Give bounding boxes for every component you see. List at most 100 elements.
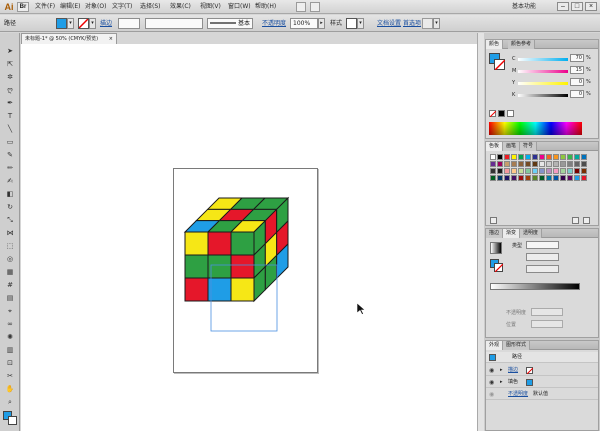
appearance-stroke-swatch[interactable] xyxy=(526,367,534,375)
swatch-library-icon[interactable] xyxy=(490,217,497,224)
swatch-chip[interactable] xyxy=(574,154,580,160)
gradient-type-dropdown[interactable] xyxy=(526,241,559,249)
swatch-chip[interactable] xyxy=(525,154,531,160)
tab-stroke[interactable]: 描边 xyxy=(486,229,504,238)
swatch-chip[interactable] xyxy=(511,168,517,174)
tab-color-guide[interactable]: 颜色参考 xyxy=(508,40,536,49)
gradient-preview[interactable] xyxy=(490,242,502,254)
tab-graphic-styles[interactable]: 图形样式 xyxy=(503,341,531,350)
cube-front-sticker[interactable] xyxy=(184,231,209,256)
swatch-chip[interactable] xyxy=(490,175,496,181)
swatch-chip[interactable] xyxy=(560,154,566,160)
swatch-chip[interactable] xyxy=(525,175,531,181)
new-swatch-icon[interactable] xyxy=(572,217,579,224)
black-slider[interactable] xyxy=(518,94,568,97)
swatch-chip[interactable] xyxy=(511,175,517,181)
cyan-value[interactable]: 70 xyxy=(570,54,584,62)
black-swatch[interactable] xyxy=(498,110,505,117)
expand-triangle-icon[interactable]: ▸ xyxy=(500,377,503,388)
vertical-scrollbar[interactable] xyxy=(477,33,484,431)
appearance-fill-label[interactable]: 填色 xyxy=(508,377,518,388)
appearance-fill-row[interactable]: ◉ ▸ 填色 xyxy=(486,377,598,388)
swatch-chip[interactable] xyxy=(532,175,538,181)
magenta-slider[interactable] xyxy=(518,70,568,73)
tab-transparency[interactable]: 透明度 xyxy=(520,229,543,238)
appearance-opacity-row[interactable]: ◉ 不透明度 默认值 xyxy=(486,389,598,400)
color-spectrum[interactable] xyxy=(489,122,582,135)
swatch-chip[interactable] xyxy=(581,168,587,174)
appearance-stroke-row[interactable]: ◉ ▸ 描边 xyxy=(486,365,598,376)
swatch-chip[interactable] xyxy=(497,168,503,174)
visibility-eye-icon[interactable]: ◉ xyxy=(489,389,497,400)
swatch-chip[interactable] xyxy=(539,154,545,160)
swatch-chip[interactable] xyxy=(518,161,524,167)
yellow-value[interactable]: 0 xyxy=(570,78,584,86)
swatch-chip[interactable] xyxy=(581,161,587,167)
cube-front-sticker[interactable] xyxy=(230,231,255,256)
white-swatch[interactable] xyxy=(507,110,514,117)
swatch-chip[interactable] xyxy=(539,168,545,174)
swatch-chip[interactable] xyxy=(490,154,496,160)
tab-symbols[interactable]: 符号 xyxy=(520,142,538,151)
appearance-stroke-label[interactable]: 描边 xyxy=(508,365,518,376)
appearance-object-row[interactable]: 路径 xyxy=(486,352,598,363)
swatch-chip[interactable] xyxy=(553,168,559,174)
swatch-chip[interactable] xyxy=(553,175,559,181)
swatch-chip[interactable] xyxy=(546,154,552,160)
tab-swatches[interactable]: 色板 xyxy=(486,142,504,151)
swatch-chip[interactable] xyxy=(567,175,573,181)
cube-front-sticker[interactable] xyxy=(230,254,255,279)
swatch-chip[interactable] xyxy=(567,154,573,160)
gradient-stroke-box[interactable] xyxy=(494,263,504,273)
swatch-chip[interactable] xyxy=(532,161,538,167)
swatch-chip[interactable] xyxy=(497,175,503,181)
magenta-value[interactable]: 15 xyxy=(570,66,584,74)
swatch-chip[interactable] xyxy=(497,154,503,160)
cube-front-sticker[interactable] xyxy=(207,277,232,302)
swatch-chip[interactable] xyxy=(581,175,587,181)
swatch-chip[interactable] xyxy=(574,161,580,167)
swatch-chip[interactable] xyxy=(504,168,510,174)
cube-front-sticker[interactable] xyxy=(184,254,209,279)
gradient-angle-field[interactable] xyxy=(526,253,559,261)
swatch-chip[interactable] xyxy=(553,161,559,167)
swatch-chip[interactable] xyxy=(574,175,580,181)
swatch-chip[interactable] xyxy=(581,154,587,160)
swatch-chip[interactable] xyxy=(490,168,496,174)
swatch-chip[interactable] xyxy=(567,168,573,174)
cube-front-sticker[interactable] xyxy=(207,254,232,279)
swatch-chip[interactable] xyxy=(546,168,552,174)
swatch-chip[interactable] xyxy=(518,175,524,181)
expand-triangle-icon[interactable]: ▸ xyxy=(500,365,503,376)
swatch-chip[interactable] xyxy=(560,168,566,174)
swatch-chip[interactable] xyxy=(532,154,538,160)
swatch-chip[interactable] xyxy=(560,161,566,167)
swatch-chip[interactable] xyxy=(504,154,510,160)
visibility-eye-icon[interactable]: ◉ xyxy=(489,365,497,376)
gradient-position-field[interactable] xyxy=(531,320,563,328)
cube-front-sticker[interactable] xyxy=(207,231,232,256)
swatch-chip[interactable] xyxy=(504,161,510,167)
yellow-slider[interactable] xyxy=(518,82,568,85)
cyan-slider[interactable] xyxy=(518,58,568,61)
color-stroke-box[interactable] xyxy=(494,59,506,71)
swatch-chip[interactable] xyxy=(497,161,503,167)
gradient-opacity-field[interactable] xyxy=(531,308,563,316)
swatch-chip[interactable] xyxy=(546,175,552,181)
swatch-chip[interactable] xyxy=(504,175,510,181)
appearance-fill-swatch[interactable] xyxy=(526,379,533,386)
swatch-chip[interactable] xyxy=(532,168,538,174)
swatch-chip[interactable] xyxy=(511,161,517,167)
swatch-chip[interactable] xyxy=(518,154,524,160)
swatch-chip[interactable] xyxy=(546,161,552,167)
gradient-slider[interactable] xyxy=(490,283,580,290)
swatch-chip[interactable] xyxy=(567,161,573,167)
tab-appearance[interactable]: 外观 xyxy=(486,341,504,350)
gradient-ratio-field[interactable] xyxy=(526,265,559,273)
visibility-eye-icon[interactable]: ◉ xyxy=(489,377,497,388)
swatch-chip[interactable] xyxy=(553,154,559,160)
swatch-chip[interactable] xyxy=(518,168,524,174)
swatch-chip[interactable] xyxy=(560,175,566,181)
delete-swatch-icon[interactable] xyxy=(583,217,590,224)
tab-gradient[interactable]: 渐变 xyxy=(503,229,521,238)
